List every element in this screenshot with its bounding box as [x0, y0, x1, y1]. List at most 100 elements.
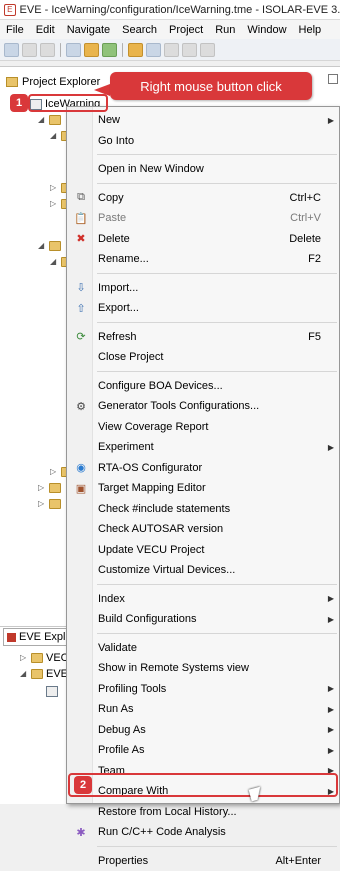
- menu-item-target-mapping-editor[interactable]: ▣ Target Mapping Editor: [67, 478, 339, 498]
- menu-item-view-coverage-report[interactable]: View Coverage Report: [67, 417, 339, 437]
- menu-search[interactable]: Search: [116, 24, 163, 36]
- menu-item-run-c-c-code-analysis[interactable]: ✱ Run C/C++ Code Analysis: [67, 822, 339, 842]
- new-icon[interactable]: [4, 42, 19, 57]
- toolbar-separator: [122, 42, 123, 57]
- generator-icon: ⚙: [76, 400, 86, 413]
- menu-item-label: Rename...: [98, 253, 149, 265]
- forward-icon[interactable]: [200, 42, 215, 57]
- menu-separator: [97, 370, 337, 372]
- menu-item-show-in-remote-systems-view[interactable]: Show in Remote Systems view: [67, 658, 339, 678]
- menu-project[interactable]: Project: [163, 24, 209, 36]
- collapse-icon[interactable]: ▷: [20, 654, 28, 662]
- menu-item-open-in-new-window[interactable]: Open in New Window: [67, 159, 339, 179]
- menu-item-label: Target Mapping Editor: [98, 482, 206, 494]
- menu-item-update-vecu-project[interactable]: Update VECU Project: [67, 540, 339, 560]
- menu-help[interactable]: Help: [293, 24, 328, 36]
- menu-item-rta-os-configurator[interactable]: ◉ RTA-OS Configurator: [67, 458, 339, 478]
- menu-item-label: Check #include statements: [98, 502, 231, 515]
- submenu-arrow-icon: ▶: [327, 614, 334, 624]
- collapse-icon[interactable]: ▷: [50, 468, 58, 476]
- edit-icon[interactable]: [146, 42, 161, 57]
- menu-item-debug-as[interactable]: Debug As ▶: [67, 720, 339, 740]
- menu-item-rename[interactable]: Rename... F2: [67, 249, 339, 269]
- collapse-icon[interactable]: ▷: [50, 200, 58, 208]
- menu-item-import[interactable]: ⇩ Import...: [67, 278, 339, 298]
- save-icon[interactable]: [22, 42, 37, 57]
- menu-item-check-include-statements[interactable]: Check #include statements: [67, 499, 339, 519]
- menu-item-index[interactable]: Index ▶: [67, 589, 339, 609]
- tree-row[interactable]: ▷: [38, 480, 61, 496]
- menu-item-shortcut: F2: [308, 253, 321, 265]
- maximize-icon[interactable]: [328, 74, 338, 84]
- expand-icon[interactable]: ◢: [20, 670, 28, 678]
- menu-item-check-autosar-version[interactable]: Check AUTOSAR version: [67, 519, 339, 539]
- code-analysis-icon: ✱: [76, 826, 86, 839]
- save-all-icon[interactable]: [40, 42, 55, 57]
- menu-navigate[interactable]: Navigate: [61, 24, 116, 36]
- expand-icon[interactable]: ◢: [50, 258, 58, 266]
- menu-item-label: Delete: [98, 232, 130, 245]
- open-folder-icon[interactable]: [128, 42, 143, 57]
- tree-item-vec[interactable]: ▷ VEC: [20, 650, 69, 666]
- menu-item-experiment[interactable]: Experiment ▶: [67, 437, 339, 457]
- menu-edit[interactable]: Edit: [30, 24, 61, 36]
- tab-project-explorer[interactable]: Project Explorer: [6, 72, 100, 92]
- title-bar: E EVE - IceWarning/configuration/IceWarn…: [0, 0, 340, 20]
- menu-item-label: Profiling Tools: [98, 682, 167, 695]
- menu-item-properties[interactable]: Properties Alt+Enter: [67, 851, 339, 871]
- menu-item-profile-as[interactable]: Profile As ▶: [67, 740, 339, 760]
- tab-eve-explorer[interactable]: EVE Expl: [3, 628, 70, 646]
- project-explorer-label: Project Explorer: [22, 76, 101, 88]
- menu-file[interactable]: File: [0, 24, 30, 36]
- menu-item-validate[interactable]: Validate: [67, 638, 339, 658]
- highlight-properties: [68, 773, 338, 797]
- delete-icon: ✖: [76, 233, 86, 245]
- menu-separator: [97, 845, 337, 847]
- collapse-icon[interactable]: ▷: [38, 500, 46, 508]
- menu-item-restore-from-local-history[interactable]: Restore from Local History...: [67, 802, 339, 822]
- menu-item-label: Close Project: [98, 351, 164, 363]
- expand-icon[interactable]: ◢: [50, 132, 58, 140]
- menu-item-build-configurations[interactable]: Build Configurations ▶: [67, 609, 339, 629]
- menu-item-label: Check AUTOSAR version: [98, 523, 224, 535]
- collapse-icon[interactable]: ▷: [38, 484, 46, 492]
- tree-row[interactable]: ◢: [38, 112, 61, 128]
- menu-item-copy[interactable]: ⧉ Copy Ctrl+C: [67, 188, 339, 208]
- eve-icon: [31, 669, 43, 679]
- tree-item-eve[interactable]: ◢ EVE: [20, 666, 68, 682]
- import-icon: ⇩: [76, 282, 86, 294]
- menu-item-close-project[interactable]: Close Project: [67, 347, 339, 367]
- build-icon[interactable]: [66, 42, 81, 57]
- menu-item-configure-boa-devices[interactable]: Configure BOA Devices...: [67, 376, 339, 396]
- menu-item-label: Profile As: [98, 744, 145, 756]
- menu-item-customize-virtual-devices[interactable]: Customize Virtual Devices...: [67, 560, 339, 580]
- menu-item-generator-tools-configurations[interactable]: ⚙ Generator Tools Configurations...: [67, 396, 339, 416]
- menu-item-profiling-tools[interactable]: Profiling Tools ▶: [67, 679, 339, 699]
- menu-item-export[interactable]: ⇧ Export...: [67, 298, 339, 318]
- expand-icon[interactable]: ◢: [38, 242, 46, 250]
- menu-item-delete[interactable]: ✖ Delete Delete: [67, 229, 339, 249]
- menu-run[interactable]: Run: [209, 24, 241, 36]
- menu-item-label: Configure BOA Devices...: [98, 379, 223, 392]
- generator-icon[interactable]: [84, 42, 99, 57]
- menu-item-shortcut: Ctrl+V: [290, 212, 321, 224]
- menu-item-label: Copy: [98, 191, 124, 204]
- menu-item-label: Open in New Window: [98, 163, 204, 175]
- menu-item-shortcut: Ctrl+C: [289, 191, 321, 204]
- menu-separator: [97, 182, 337, 184]
- expand-icon[interactable]: ◢: [38, 116, 46, 124]
- tree-row[interactable]: [46, 683, 58, 699]
- collapse-icon[interactable]: ▷: [50, 184, 58, 192]
- menu-item-go-into[interactable]: Go Into: [67, 131, 339, 151]
- back-icon[interactable]: [182, 42, 197, 57]
- run-icon[interactable]: [102, 42, 117, 57]
- menu-item-run-as[interactable]: Run As ▶: [67, 699, 339, 719]
- nav-icon[interactable]: [164, 42, 179, 57]
- menu-item-refresh[interactable]: ⟳ Refresh F5: [67, 327, 339, 347]
- tree-row[interactable]: ▷: [38, 496, 61, 512]
- menu-item-new[interactable]: New ▶: [67, 110, 339, 130]
- tree-row[interactable]: ◢: [38, 238, 61, 254]
- menu-window[interactable]: Window: [241, 24, 292, 36]
- menu-item-label: Customize Virtual Devices...: [98, 564, 236, 576]
- menu-item-label: Run As: [98, 703, 134, 715]
